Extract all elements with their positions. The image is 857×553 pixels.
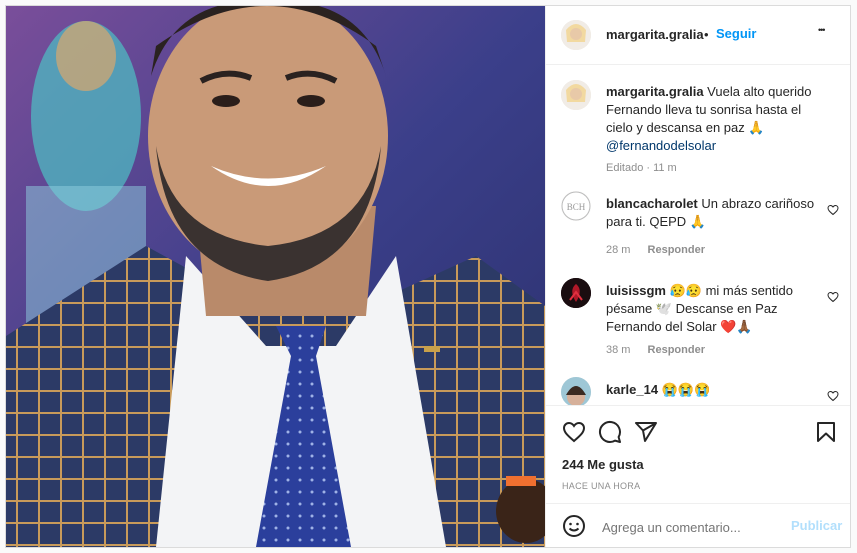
comment-text: 😭😭😭 (661, 382, 711, 397)
post-time: HACE UNA HORA (562, 481, 641, 491)
comment-time: 28 m (606, 244, 631, 256)
comment-text-block: luisissgm 😥😥 mi más sentido pésame 🕊️ De… (606, 282, 816, 336)
comment-avatar[interactable]: BCH (561, 191, 591, 221)
follow-separator: • (704, 27, 709, 42)
like-count[interactable]: 244 Me gusta (562, 457, 644, 472)
svg-text:BCH: BCH (567, 202, 586, 212)
emoji-icon[interactable] (562, 514, 586, 538)
share-icon[interactable] (634, 420, 658, 444)
caption-text-block: margarita.gralia Vuela alto querido Fern… (606, 83, 816, 155)
caption-avatar[interactable] (561, 80, 591, 110)
reply-button[interactable]: Responder (648, 244, 705, 256)
more-icon[interactable]: ••• (818, 25, 826, 35)
author-avatar[interactable] (561, 20, 591, 50)
caption-meta: Editado · 11 m (606, 162, 677, 174)
comment-time: 38 m (606, 344, 631, 356)
publish-button[interactable]: Publicar (791, 518, 842, 533)
caption-username[interactable]: margarita.gralia (606, 84, 704, 99)
comment-item: karle_14 😭😭😭 (546, 377, 850, 405)
post-panel: margarita.gralia • Seguir ••• margarita.… (545, 6, 850, 547)
bookmark-icon[interactable] (814, 420, 838, 444)
comment-text-block: karle_14 😭😭😭 (606, 381, 816, 399)
post-modal: margarita.gralia • Seguir ••• margarita.… (5, 5, 851, 548)
caption-mention[interactable]: @fernandodelsolar (606, 138, 716, 153)
comment-text-block: blancacharolet Un abrazo cariñoso para t… (606, 195, 816, 231)
post-image (6, 6, 545, 547)
post-header: margarita.gralia • Seguir ••• (546, 6, 850, 65)
comment-avatar[interactable] (561, 278, 591, 308)
author-username[interactable]: margarita.gralia (606, 27, 704, 42)
comment-username[interactable]: blancacharolet (606, 196, 698, 211)
comment-input[interactable] (600, 514, 784, 540)
comment-avatar[interactable] (561, 377, 591, 405)
post-actions: 244 Me gusta HACE UNA HORA (546, 405, 850, 491)
reply-button[interactable]: Responder (648, 344, 705, 356)
comment-username[interactable]: karle_14 (606, 382, 658, 397)
comment-like-icon[interactable] (827, 291, 839, 303)
comment-username[interactable]: luisissgm (606, 283, 666, 298)
comment-item: BCH blancacharolet Un abrazo cariñoso pa… (546, 191, 850, 261)
comment-meta: 38 m Responder (606, 344, 719, 356)
comment-item: luisissgm 😥😥 mi más sentido pésame 🕊️ De… (546, 278, 850, 368)
heart-icon[interactable] (562, 420, 586, 444)
comments-list[interactable]: margarita.gralia Vuela alto querido Fern… (546, 65, 850, 405)
comment-like-icon[interactable] (827, 204, 839, 216)
follow-button[interactable]: Seguir (716, 26, 756, 41)
post-photo[interactable] (6, 6, 545, 547)
add-comment-bar: Publicar (546, 503, 850, 547)
comment-like-icon[interactable] (827, 390, 839, 402)
caption: margarita.gralia Vuela alto querido Fern… (546, 78, 850, 183)
comment-icon[interactable] (598, 420, 622, 444)
comment-meta: 28 m Responder (606, 244, 719, 256)
